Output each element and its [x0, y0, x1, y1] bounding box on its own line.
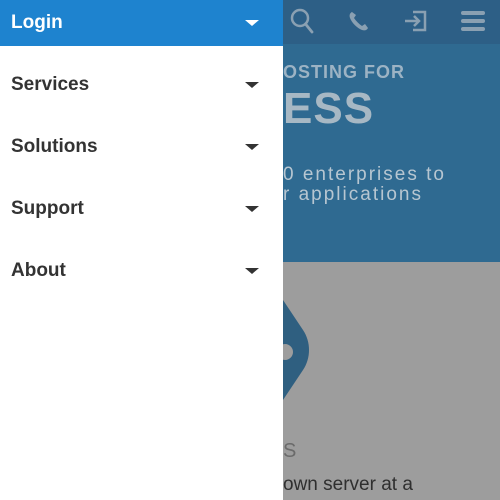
chevron-down-icon[interactable] [245, 82, 259, 88]
feature-graphic [283, 300, 317, 420]
drawer-item-services[interactable]: Services [0, 62, 283, 108]
chevron-down-icon[interactable] [245, 20, 259, 26]
hero-kicker: OSTING FOR [283, 62, 405, 82]
drawer-item-solutions[interactable]: Solutions [0, 124, 283, 170]
drawer-item-login[interactable]: Login [0, 0, 283, 46]
feature-heading-fragment: S [283, 440, 297, 462]
feature-text-fragment: own server at a [283, 474, 413, 495]
top-bar-icons [283, 0, 500, 44]
login-icon[interactable] [400, 6, 432, 36]
drawer-item-label: Login [11, 12, 63, 33]
chevron-down-icon[interactable] [245, 206, 259, 212]
hero-subtitle-line-2: r applications [283, 184, 423, 205]
drawer-item-label: Support [11, 198, 84, 219]
drawer-item-support[interactable]: Support [0, 186, 283, 232]
chevron-down-icon[interactable] [245, 268, 259, 274]
hero-title: ESS [283, 84, 375, 133]
drawer-item-label: Services [11, 74, 90, 95]
hero-subtitle-line-1: 0 enterprises to [283, 164, 446, 185]
drawer-item-label: About [11, 260, 66, 281]
chevron-down-icon[interactable] [245, 144, 259, 150]
drawer-item-about[interactable]: About [0, 248, 283, 294]
navigation-drawer: Login Services Solutions Support About [0, 0, 283, 500]
search-icon[interactable] [286, 6, 318, 36]
phone-icon[interactable] [343, 6, 375, 36]
menu-icon[interactable] [457, 6, 489, 36]
drawer-item-label: Solutions [11, 136, 98, 157]
